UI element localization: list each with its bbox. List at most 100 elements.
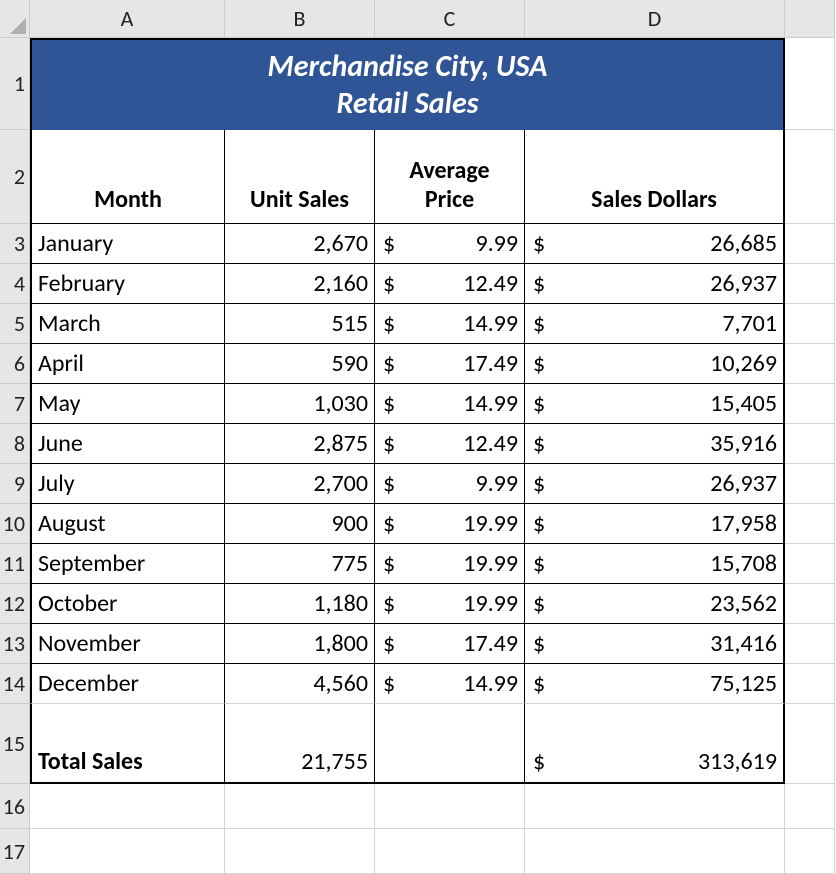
cell-sales-dollars[interactable]: $15,708 [525, 544, 785, 584]
cell-avg-price[interactable]: $12.49 [375, 264, 525, 304]
cell-unit-sales[interactable]: 2,160 [225, 264, 375, 304]
cell-month[interactable]: October [30, 584, 225, 624]
cell-month[interactable]: April [30, 344, 225, 384]
cell-unit-sales[interactable]: 2,875 [225, 424, 375, 464]
row-header-7[interactable]: 7 [0, 384, 30, 424]
cell-sales-dollars[interactable]: $35,916 [525, 424, 785, 464]
cell-E15[interactable] [785, 704, 835, 784]
cell-blank[interactable] [785, 504, 835, 544]
row-header-12[interactable]: 12 [0, 584, 30, 624]
header-avg-price[interactable]: Average Price [375, 130, 525, 224]
row-header-14[interactable]: 14 [0, 664, 30, 704]
total-label[interactable]: Total Sales [30, 704, 225, 784]
cell-unit-sales[interactable]: 2,700 [225, 464, 375, 504]
cell-avg-price[interactable]: $14.99 [375, 304, 525, 344]
cell-blank[interactable] [785, 304, 835, 344]
cell-sales-dollars[interactable]: $26,937 [525, 464, 785, 504]
cell-sales-dollars[interactable]: $10,269 [525, 344, 785, 384]
row-header-4[interactable]: 4 [0, 264, 30, 304]
cell-sales-dollars[interactable]: $75,125 [525, 664, 785, 704]
cell-avg-price[interactable]: $14.99 [375, 664, 525, 704]
row-header-15[interactable]: 15 [0, 704, 30, 784]
cell-E16[interactable] [785, 784, 835, 829]
row-header-1[interactable]: 1 [0, 38, 30, 130]
cell-month[interactable]: December [30, 664, 225, 704]
cell-blank[interactable] [785, 584, 835, 624]
row-header-9[interactable]: 9 [0, 464, 30, 504]
total-sales-dollars[interactable]: $313,619 [525, 704, 785, 784]
row-header-16[interactable]: 16 [0, 784, 30, 829]
cell-month[interactable]: September [30, 544, 225, 584]
title-cell[interactable]: Merchandise City, USA Retail Sales [30, 38, 785, 130]
row-header-17[interactable]: 17 [0, 829, 30, 874]
col-header-E[interactable] [785, 0, 835, 38]
row-header-6[interactable]: 6 [0, 344, 30, 384]
cell-avg-price[interactable]: $12.49 [375, 424, 525, 464]
col-header-C[interactable]: C [375, 0, 525, 38]
cell-sales-dollars[interactable]: $23,562 [525, 584, 785, 624]
cell-avg-price[interactable]: $14.99 [375, 384, 525, 424]
cell-avg-price[interactable]: $9.99 [375, 224, 525, 264]
cell-B16[interactable] [225, 784, 375, 829]
cell-blank[interactable] [785, 344, 835, 384]
cell-avg-price[interactable]: $19.99 [375, 584, 525, 624]
cell-unit-sales[interactable]: 1,800 [225, 624, 375, 664]
select-all-corner[interactable] [0, 0, 30, 38]
cell-blank[interactable] [785, 544, 835, 584]
cell-unit-sales[interactable]: 775 [225, 544, 375, 584]
cell-blank[interactable] [785, 424, 835, 464]
cell-blank[interactable] [785, 384, 835, 424]
cell-E2[interactable] [785, 130, 835, 224]
total-avg-price[interactable] [375, 704, 525, 784]
cell-A17[interactable] [30, 829, 225, 874]
cell-blank[interactable] [785, 664, 835, 704]
cell-unit-sales[interactable]: 1,030 [225, 384, 375, 424]
cell-sales-dollars[interactable]: $15,405 [525, 384, 785, 424]
cell-blank[interactable] [785, 464, 835, 504]
cell-unit-sales[interactable]: 900 [225, 504, 375, 544]
cell-blank[interactable] [785, 224, 835, 264]
cell-month[interactable]: July [30, 464, 225, 504]
cell-month[interactable]: February [30, 264, 225, 304]
cell-unit-sales[interactable]: 2,670 [225, 224, 375, 264]
cell-A16[interactable] [30, 784, 225, 829]
cell-avg-price[interactable]: $17.49 [375, 624, 525, 664]
cell-month[interactable]: January [30, 224, 225, 264]
row-header-10[interactable]: 10 [0, 504, 30, 544]
cell-unit-sales[interactable]: 515 [225, 304, 375, 344]
col-header-A[interactable]: A [30, 0, 225, 38]
cell-D17[interactable] [525, 829, 785, 874]
cell-E1[interactable] [785, 38, 835, 130]
cell-C17[interactable] [375, 829, 525, 874]
cell-month[interactable]: November [30, 624, 225, 664]
cell-sales-dollars[interactable]: $31,416 [525, 624, 785, 664]
cell-month[interactable]: March [30, 304, 225, 344]
cell-D16[interactable] [525, 784, 785, 829]
cell-blank[interactable] [785, 624, 835, 664]
header-sales-dollars[interactable]: Sales Dollars [525, 130, 785, 224]
cell-month[interactable]: June [30, 424, 225, 464]
row-header-5[interactable]: 5 [0, 304, 30, 344]
cell-E17[interactable] [785, 829, 835, 874]
cell-avg-price[interactable]: $19.99 [375, 504, 525, 544]
cell-month[interactable]: May [30, 384, 225, 424]
cell-avg-price[interactable]: $19.99 [375, 544, 525, 584]
header-unit-sales[interactable]: Unit Sales [225, 130, 375, 224]
header-month[interactable]: Month [30, 130, 225, 224]
row-header-8[interactable]: 8 [0, 424, 30, 464]
total-unit-sales[interactable]: 21,755 [225, 704, 375, 784]
cell-avg-price[interactable]: $17.49 [375, 344, 525, 384]
cell-blank[interactable] [785, 264, 835, 304]
cell-B17[interactable] [225, 829, 375, 874]
cell-unit-sales[interactable]: 4,560 [225, 664, 375, 704]
cell-unit-sales[interactable]: 1,180 [225, 584, 375, 624]
cell-C16[interactable] [375, 784, 525, 829]
row-header-13[interactable]: 13 [0, 624, 30, 664]
cell-sales-dollars[interactable]: $7,701 [525, 304, 785, 344]
cell-sales-dollars[interactable]: $26,685 [525, 224, 785, 264]
cell-unit-sales[interactable]: 590 [225, 344, 375, 384]
row-header-3[interactable]: 3 [0, 224, 30, 264]
col-header-D[interactable]: D [525, 0, 785, 38]
cell-avg-price[interactable]: $9.99 [375, 464, 525, 504]
col-header-B[interactable]: B [225, 0, 375, 38]
